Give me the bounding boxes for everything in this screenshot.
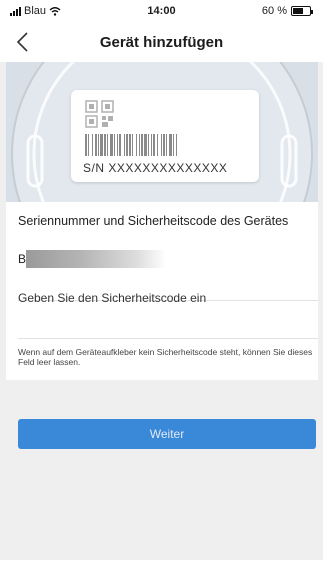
device-label: S/N XXXXXXXXXXXXXX bbox=[71, 90, 259, 182]
status-bar: Blau 14:00 60 % bbox=[0, 0, 323, 22]
status-right: 60 % bbox=[261, 5, 313, 17]
battery-fill bbox=[293, 8, 303, 14]
bottom-edge bbox=[0, 560, 323, 571]
nav-bar: Gerät hinzufügen bbox=[0, 22, 323, 62]
device-illustration: S/N XXXXXXXXXXXXXX bbox=[6, 62, 318, 202]
security-code-input[interactable] bbox=[18, 284, 308, 312]
battery-icon bbox=[291, 6, 313, 16]
next-button[interactable]: Weiter bbox=[18, 419, 316, 449]
serial-label: S/N XXXXXXXXXXXXXX bbox=[83, 161, 228, 175]
barcode-icon bbox=[85, 134, 177, 156]
hint-text: Wenn auf dem Geräteaufkleber kein Sicher… bbox=[18, 347, 313, 367]
serial-number-field[interactable]: B bbox=[6, 242, 318, 278]
page-title: Gerät hinzufügen bbox=[99, 34, 224, 51]
section-title: Seriennummer und Sicherheitscode des Ger… bbox=[18, 214, 289, 228]
serial-number-redaction bbox=[26, 250, 166, 268]
serial-form: Seriennummer und Sicherheitscode des Ger… bbox=[6, 202, 318, 380]
divider bbox=[18, 338, 318, 339]
serial-number-value: B bbox=[18, 252, 27, 266]
battery-percent: 60 % bbox=[261, 5, 287, 17]
qr-code-icon bbox=[85, 100, 114, 128]
